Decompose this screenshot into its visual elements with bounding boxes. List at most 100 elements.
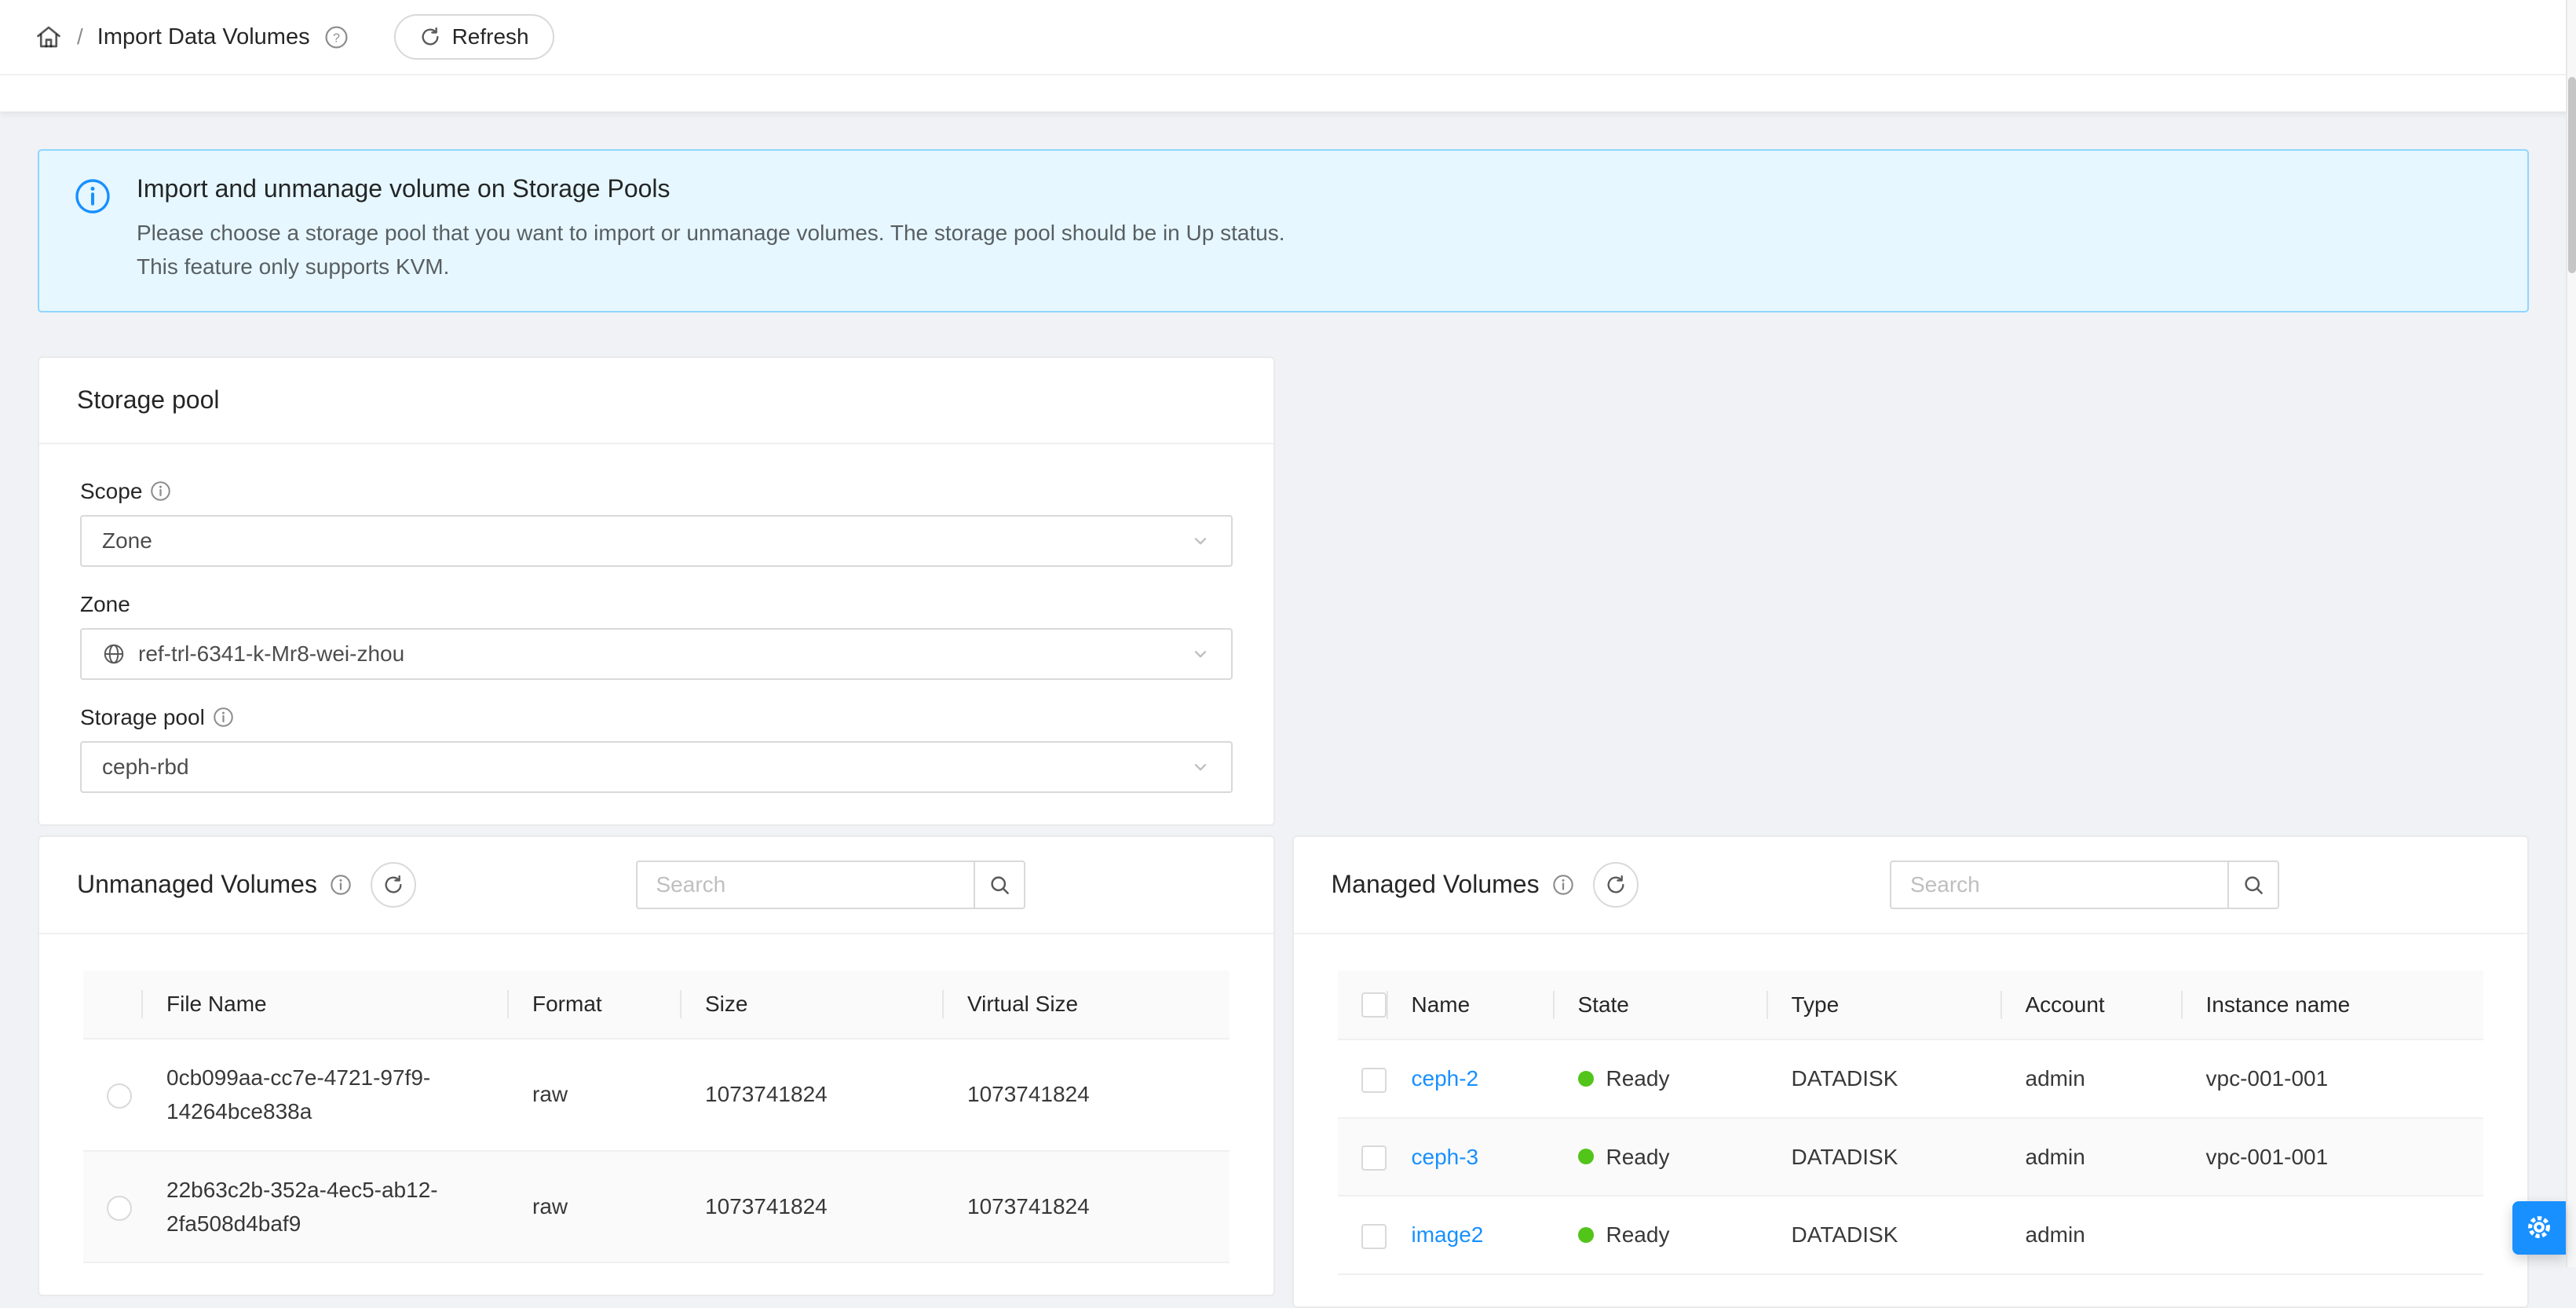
size-cell: 1073741824 [681,1039,944,1151]
alert-title: Import and unmanage volume on Storage Po… [137,174,2496,203]
storage-pool-label: Storage pool [80,705,205,730]
scope-select[interactable]: Zone [80,515,1233,567]
chevron-down-icon [1190,757,1211,777]
managed-volumes-title: Managed Volumes [1332,870,1540,899]
unmanaged-search-button[interactable] [974,860,1025,909]
file-name-cell: 22b63c2b-352a-4ec5-ab12-2fa508d4baf9 [143,1151,509,1263]
chevron-down-icon [1190,531,1211,551]
breadcrumb-current: Import Data Volumes [97,24,310,50]
page: / Import Data Volumes ? Refresh Import a… [0,0,2576,1308]
select-all-checkbox[interactable] [1361,992,1387,1018]
scope-label: Scope [80,479,142,504]
managed-search-input[interactable] [1890,860,2227,909]
virtual-size-cell: 1073741824 [944,1151,1230,1263]
svg-text:?: ? [333,31,340,45]
breadcrumb-separator: / [77,24,83,49]
gear-icon [2524,1212,2554,1244]
size-cell: 1073741824 [681,1151,944,1263]
column-header[interactable]: File Name [143,970,509,1039]
info-alert: Import and unmanage volume on Storage Po… [38,149,2529,312]
scope-field: Scope Zone [80,479,1233,567]
file-name-cell: 0cb099aa-cc7e-4721-97f9-14264bce838a [143,1039,509,1151]
virtual-size-cell: 1073741824 [944,1039,1230,1151]
unmanaged-volumes-table: File Name Format Size Virtual Size 0cb09… [83,970,1230,1264]
managed-refresh-button[interactable] [1593,862,1639,908]
unmanaged-volumes-panel: Unmanaged Volumes [38,835,1275,1297]
page-header-strip [0,75,2576,111]
main-grid: Storage pool Scope Zone [38,356,2529,1308]
status-dot [1578,1227,1594,1243]
table-row[interactable]: 0cb099aa-cc7e-4721-97f9-14264bce838a raw… [83,1039,1230,1151]
volume-link[interactable]: image2 [1412,1222,1484,1247]
info-icon [74,177,111,215]
storage-pool-info-icon[interactable] [213,707,234,728]
scrollbar[interactable] [2566,0,2576,1267]
storage-pool-card: Storage pool Scope Zone [38,356,1275,826]
refresh-button[interactable]: Refresh [394,14,554,60]
format-cell: raw [509,1151,681,1263]
zone-select[interactable]: ref-trl-6341-k-Mr8-wei-zhou [80,628,1233,680]
column-header[interactable]: Account [2002,970,2183,1040]
instance-name-cell: vpc-001-001 [2183,1039,2484,1117]
managed-search [1890,860,2279,909]
scrollbar-thumb[interactable] [2568,77,2576,273]
select-volume-radio[interactable] [107,1196,132,1221]
column-header[interactable]: Name [1388,970,1555,1040]
storage-pool-field: Storage pool ceph-rbd [80,705,1233,793]
storage-pool-select-value: ceph-rbd [102,754,189,780]
column-header[interactable]: Size [681,970,944,1039]
select-row-checkbox[interactable] [1361,1068,1387,1093]
table-row[interactable]: 22b63c2b-352a-4ec5-ab12-2fa508d4baf9 raw… [83,1151,1230,1263]
type-cell: DATADISK [1768,1196,2002,1273]
select-row-checkbox[interactable] [1361,1224,1387,1249]
column-header[interactable]: Instance name [2183,970,2484,1040]
zone-field: Zone ref-trl-6341-k-Mr8-wei-zhou [80,592,1233,680]
unmanaged-info-icon[interactable] [330,874,352,896]
select-row-checkbox[interactable] [1361,1145,1387,1171]
account-cell: admin [2002,1118,2183,1196]
alert-line-1: Please choose a storage pool that you wa… [137,216,2496,250]
table-row[interactable]: image2 Ready DATADISK admin [1338,1196,2484,1273]
header: / Import Data Volumes ? Refresh [0,0,2576,75]
managed-search-button[interactable] [2227,860,2279,909]
account-cell: admin [2002,1039,2183,1117]
content: Import and unmanage volume on Storage Po… [0,111,2576,1308]
table-header-row: File Name Format Size Virtual Size [83,970,1230,1039]
column-header[interactable]: Virtual Size [944,970,1230,1039]
select-volume-radio[interactable] [107,1083,132,1109]
table-header-row: Name State Type Account Instance name [1338,970,2484,1040]
settings-button[interactable] [2512,1201,2566,1255]
managed-info-icon[interactable] [1552,874,1574,896]
storage-pool-select[interactable]: ceph-rbd [80,741,1233,793]
format-cell: raw [509,1039,681,1151]
status-dot [1578,1149,1594,1164]
reload-icon [419,26,441,48]
column-header[interactable]: Type [1768,970,2002,1040]
column-header[interactable]: State [1555,970,1768,1040]
volume-link[interactable]: ceph-3 [1412,1145,1479,1169]
selection-column-header [1338,970,1388,1040]
table-row[interactable]: ceph-2 Ready DATADISK admin vpc-001-001 [1338,1039,2484,1117]
help-icon[interactable]: ? [324,25,349,49]
type-cell: DATADISK [1768,1039,2002,1117]
unmanaged-refresh-button[interactable] [371,862,416,908]
alert-line-2: This feature only supports KVM. [137,250,2496,283]
managed-volumes-table: Name State Type Account Instance name ce… [1338,970,2484,1275]
table-row[interactable]: ceph-3 Ready DATADISK admin vpc-001-001 [1338,1118,2484,1196]
state-label: Ready [1606,1218,1670,1251]
type-cell: DATADISK [1768,1118,2002,1196]
unmanaged-search [636,860,1025,909]
scope-info-icon[interactable] [150,480,171,502]
managed-volumes-panel: Managed Volumes [1292,835,2530,1308]
account-cell: admin [2002,1196,2183,1273]
unmanaged-search-input[interactable] [636,860,974,909]
column-header[interactable]: Format [509,970,681,1039]
storage-pool-card-title: Storage pool [39,358,1273,444]
home-icon[interactable] [35,23,63,51]
instance-name-cell: vpc-001-001 [2183,1118,2484,1196]
unmanaged-volumes-title: Unmanaged Volumes [77,870,317,899]
zone-label: Zone [80,592,130,617]
refresh-label: Refresh [452,24,529,49]
state-label: Ready [1606,1061,1670,1095]
volume-link[interactable]: ceph-2 [1412,1066,1479,1091]
